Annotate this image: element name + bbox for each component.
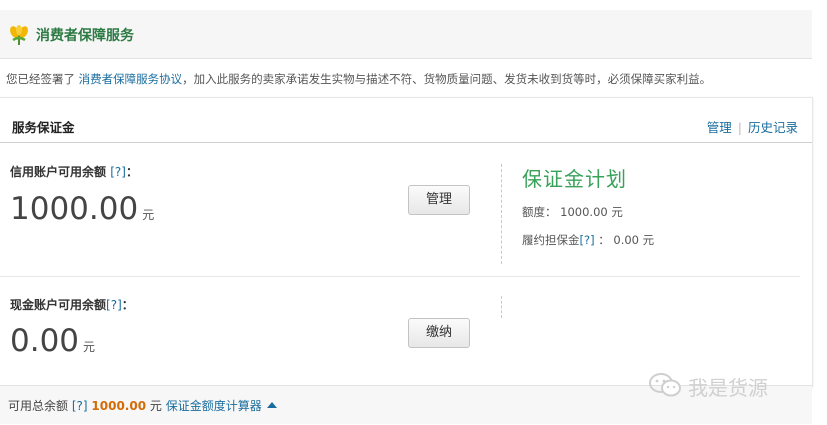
agreement-link[interactable]: 消费者保障服务协议 xyxy=(79,72,183,86)
row-divider xyxy=(0,276,800,277)
history-link[interactable]: 历史记录 xyxy=(748,120,798,135)
credit-label-text: 信用账户可用余额 xyxy=(10,165,107,179)
cash-account-label: 现金账户可用余额[?]： xyxy=(10,296,134,313)
plan-quota-label: 额度： xyxy=(522,205,557,219)
notice-prefix: 您已经签署了 xyxy=(6,72,75,86)
link-separator: | xyxy=(737,120,742,135)
sprout-icon xyxy=(10,25,28,45)
credit-balance: 1000.00 元 xyxy=(10,191,154,227)
notice-suffix: ，加入此服务的卖家承诺发生实物与描述不符、货物质量问题、发货未收到货等时，必须保… xyxy=(182,72,712,86)
panel-links: 管理 | 历史记录 xyxy=(707,117,798,136)
cash-help-link[interactable]: [?] xyxy=(106,298,122,312)
panel-title: 服务保证金 xyxy=(12,120,75,135)
panel-header: 服务保证金 管理 | 历史记录 xyxy=(0,98,812,143)
total-unit: 元 xyxy=(149,399,162,413)
cash-balance-unit: 元 xyxy=(83,340,96,354)
total-help-link[interactable]: [?] xyxy=(72,399,88,413)
cash-label-colon: ： xyxy=(121,298,134,312)
section-divider-lower xyxy=(501,296,502,318)
credit-label-colon: ： xyxy=(125,165,138,179)
credit-balance-value: 1000.00 xyxy=(10,191,139,227)
calculator-link-text: 保证金额度计算器 xyxy=(165,399,262,413)
plan-quota: 额度： 1000.00 元 xyxy=(522,204,623,220)
deposit-panel: 服务保证金 管理 | 历史记录 信用账户可用余额 [?]： 1000.00 元 管理 … xyxy=(0,97,813,387)
wechat-icon xyxy=(649,373,681,397)
agreement-notice: 您已经签署了 消费者保障服务协议，加入此服务的卖家承诺发生实物与描述不符、货物质… xyxy=(6,71,711,87)
credit-balance-unit: 元 xyxy=(142,208,155,222)
cash-pay-button[interactable]: 缴纳 xyxy=(408,318,470,348)
manage-link[interactable]: 管理 xyxy=(707,120,732,135)
calculator-link[interactable]: 保证金额度计算器 xyxy=(166,399,277,413)
plan-deposit: 履约担保金[?] ： 0.00 元 xyxy=(522,232,654,248)
triangle-up-icon xyxy=(266,402,277,408)
plan-deposit-value: ： 0.00 元 xyxy=(598,233,655,247)
plan-deposit-label: 履约担保金 xyxy=(522,233,580,247)
credit-help-link[interactable]: [?] xyxy=(110,165,126,179)
credit-manage-button[interactable]: 管理 xyxy=(408,185,470,215)
page-title: 消费者保障服务 xyxy=(36,28,134,44)
total-balance: 可用总余额 [?] 1000.00 元 保证金额度计算器 xyxy=(8,397,277,414)
deposit-plan-logo: 保证金计划 xyxy=(522,167,627,191)
total-label: 可用总余额 xyxy=(8,399,69,413)
watermark-text: 我是货源 xyxy=(688,376,768,400)
cash-balance: 0.00 元 xyxy=(10,323,95,359)
page-header: 消费者保障服务 xyxy=(0,10,812,59)
plan-quota-value: 1000.00 元 xyxy=(560,205,623,219)
cash-balance-value: 0.00 xyxy=(10,323,80,359)
total-value: 1000.00 xyxy=(91,399,147,413)
section-divider xyxy=(501,164,502,264)
plan-deposit-help-link[interactable]: [?] xyxy=(580,233,595,247)
watermark: 我是货源 xyxy=(648,371,768,401)
credit-account-label: 信用账户可用余额 [?]： xyxy=(10,163,138,180)
cash-label-text: 现金账户可用余额 xyxy=(10,298,107,312)
